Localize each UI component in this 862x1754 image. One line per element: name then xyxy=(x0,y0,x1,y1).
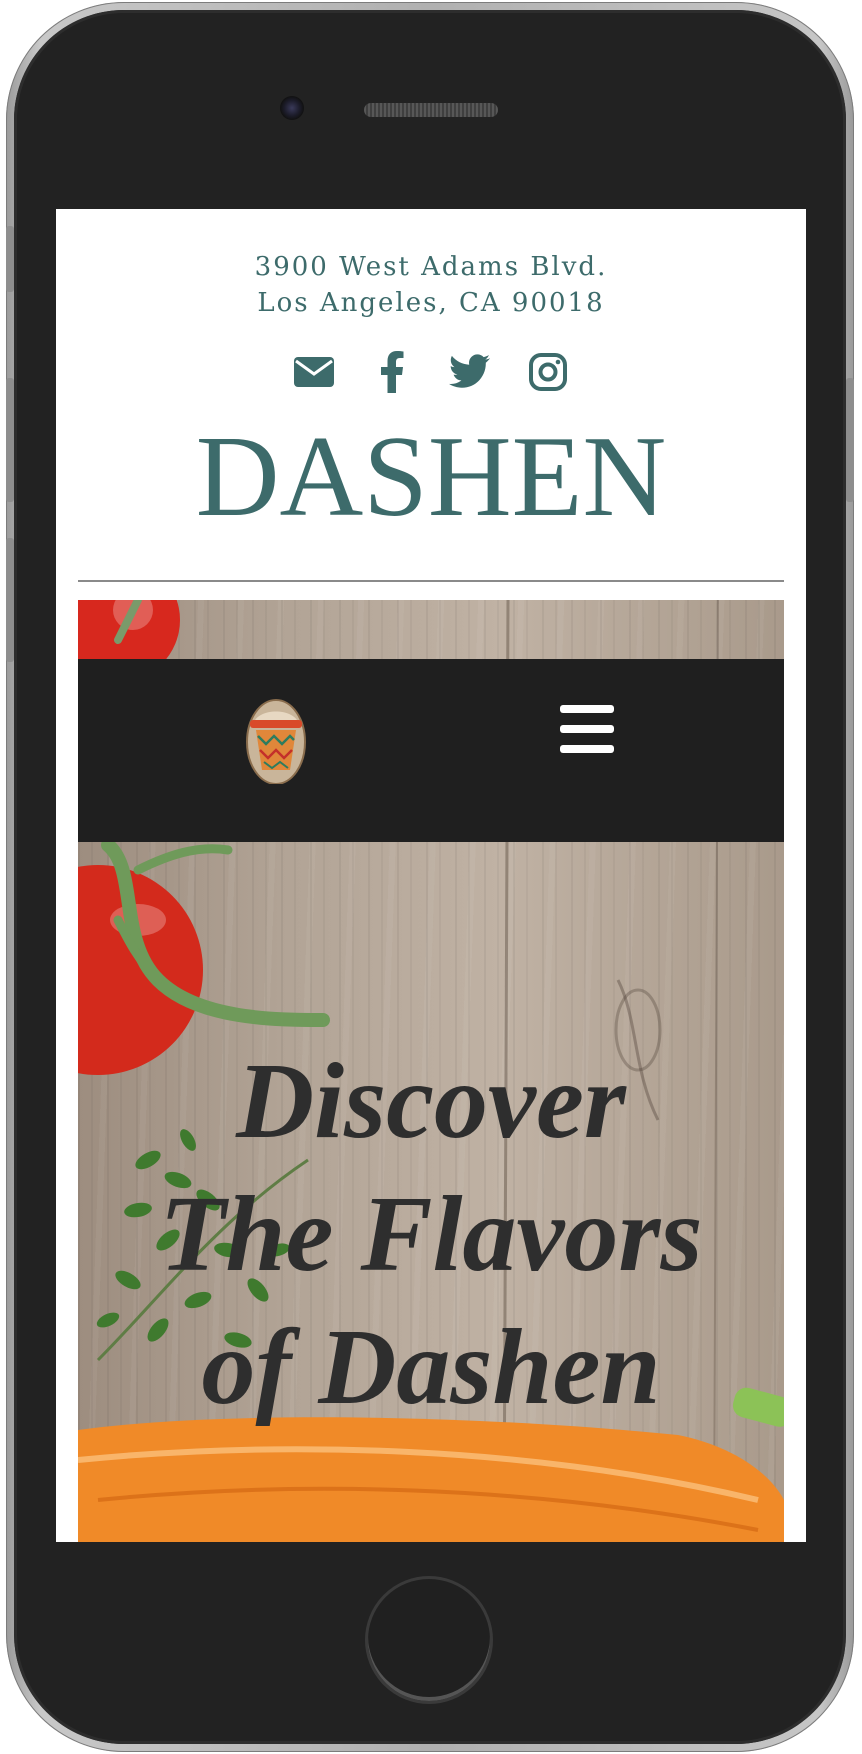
social-links xyxy=(56,350,806,394)
tagline-line-3: of Dashen xyxy=(201,1308,661,1427)
mesob-basket-logo[interactable] xyxy=(246,698,306,784)
power-button xyxy=(846,378,854,502)
mute-switch xyxy=(6,226,14,292)
tagline-line-1: Discover xyxy=(236,1042,626,1161)
menu-bar xyxy=(560,725,614,733)
earpiece-speaker xyxy=(364,103,498,117)
phone-screen: 3900 West Adams Blvd. Los Angeles, CA 90… xyxy=(56,209,806,1542)
address-line-2: Los Angeles, CA 90018 xyxy=(257,288,605,318)
home-button[interactable] xyxy=(365,1576,493,1704)
top-navbar xyxy=(78,659,784,842)
address-block: 3900 West Adams Blvd. Los Angeles, CA 90… xyxy=(56,249,806,321)
envelope-icon[interactable] xyxy=(292,350,336,394)
instagram-icon[interactable] xyxy=(526,350,570,394)
tagline-line-2: The Flavors xyxy=(159,1175,703,1294)
header-divider xyxy=(78,580,784,582)
hero-section: Discover The Flavors of Dashen xyxy=(78,600,784,1542)
hamburger-menu-icon[interactable] xyxy=(560,705,616,755)
front-camera xyxy=(280,96,304,120)
volume-down-button xyxy=(6,538,14,662)
menu-bar xyxy=(560,705,614,713)
volume-up-button xyxy=(6,378,14,502)
twitter-icon[interactable] xyxy=(448,350,492,394)
brand-title[interactable]: DASHEN xyxy=(56,417,806,537)
hero-tagline: Discover The Flavors of Dashen xyxy=(78,1035,784,1434)
menu-bar xyxy=(560,745,614,753)
facebook-icon[interactable] xyxy=(370,350,414,394)
address-line-1: 3900 West Adams Blvd. xyxy=(254,252,608,282)
